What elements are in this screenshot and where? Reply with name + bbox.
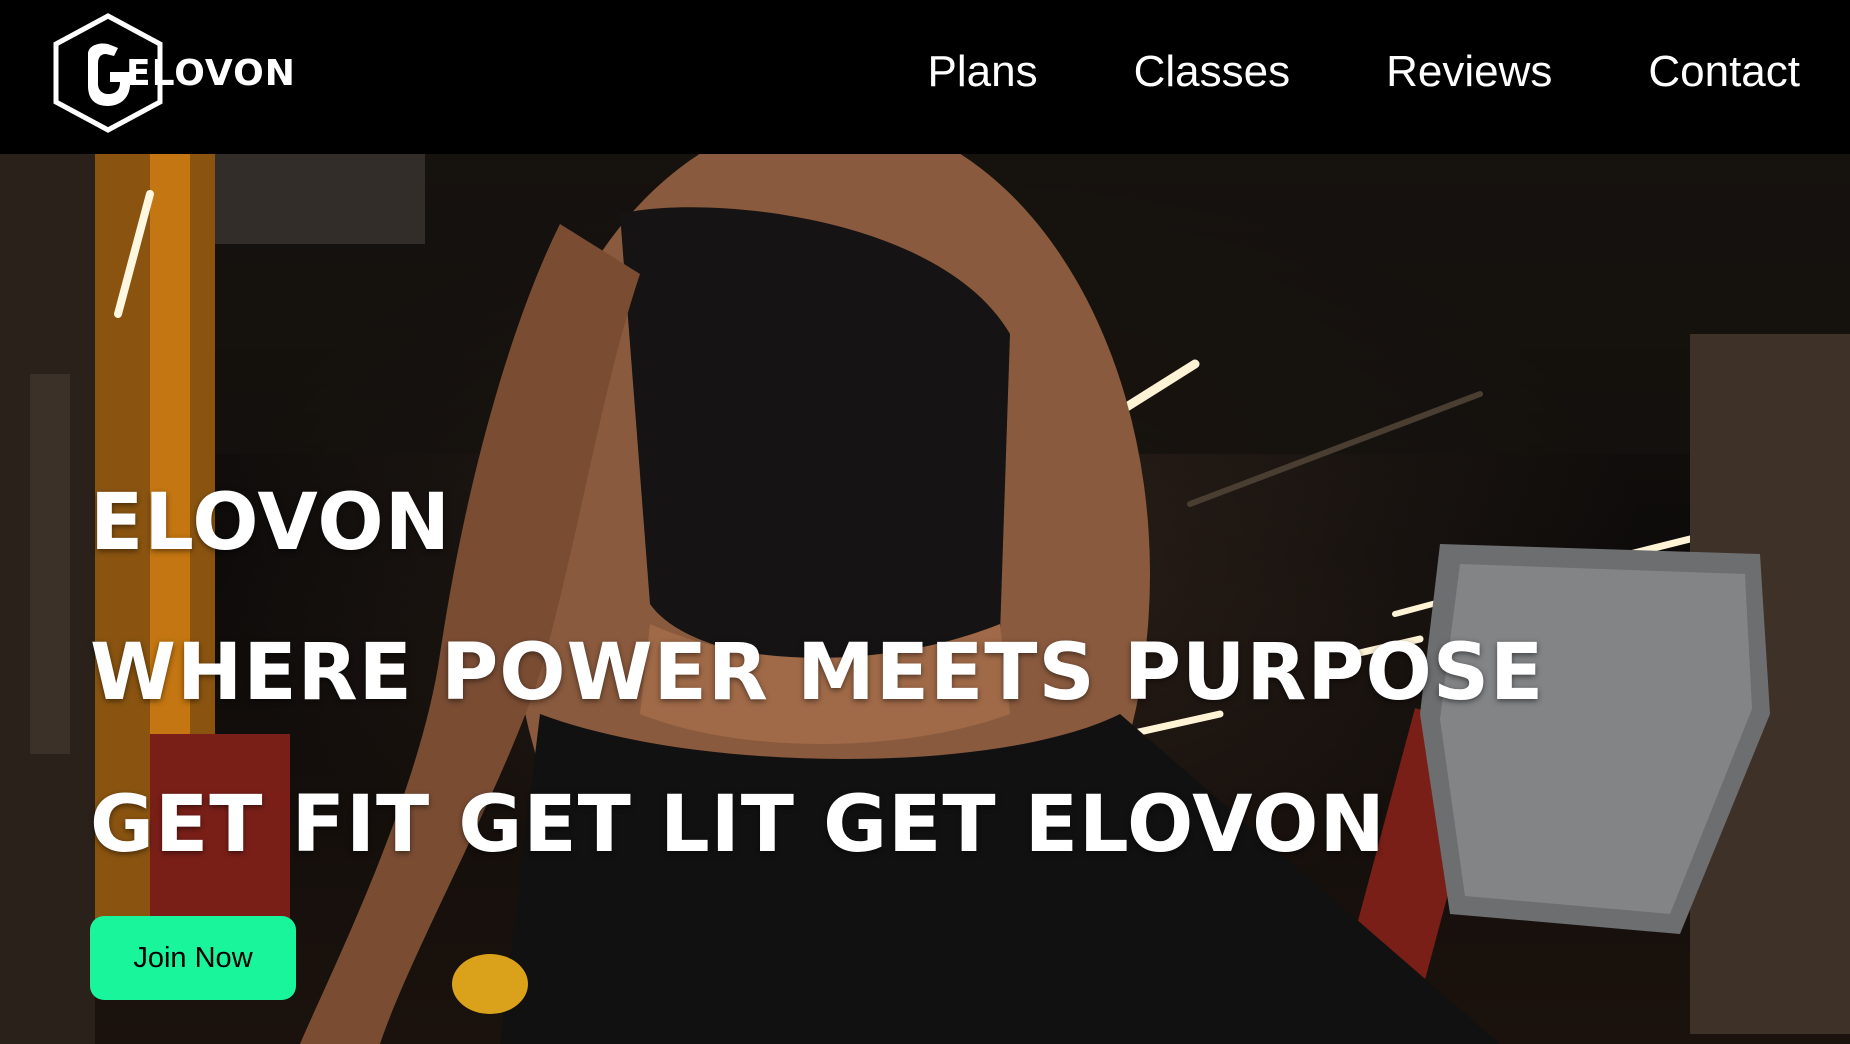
nav-link-contact[interactable]: Contact	[1648, 50, 1800, 94]
nav-link-reviews[interactable]: Reviews	[1386, 50, 1552, 94]
hero-section: ELOVON WHERE POWER MEETS PURPOSE GET FIT…	[0, 154, 1850, 1044]
brand-name: ELOVON	[126, 53, 296, 94]
hero-headline: ELOVON	[90, 478, 451, 568]
nav-link-plans[interactable]: Plans	[928, 50, 1038, 94]
nav-link-classes[interactable]: Classes	[1134, 50, 1291, 94]
hero-background-image	[0, 154, 1850, 1044]
hero-tagline: WHERE POWER MEETS PURPOSE	[90, 628, 1545, 718]
main-nav: Plans Classes Reviews Contact	[928, 50, 1801, 94]
brand-logo[interactable]: ELOVON	[48, 10, 295, 135]
hero-slogan: GET FIT GET LIT GET ELOVON	[90, 780, 1386, 870]
join-now-button[interactable]: Join Now	[90, 916, 296, 1000]
top-navbar: ELOVON Plans Classes Reviews Contact	[0, 0, 1850, 154]
